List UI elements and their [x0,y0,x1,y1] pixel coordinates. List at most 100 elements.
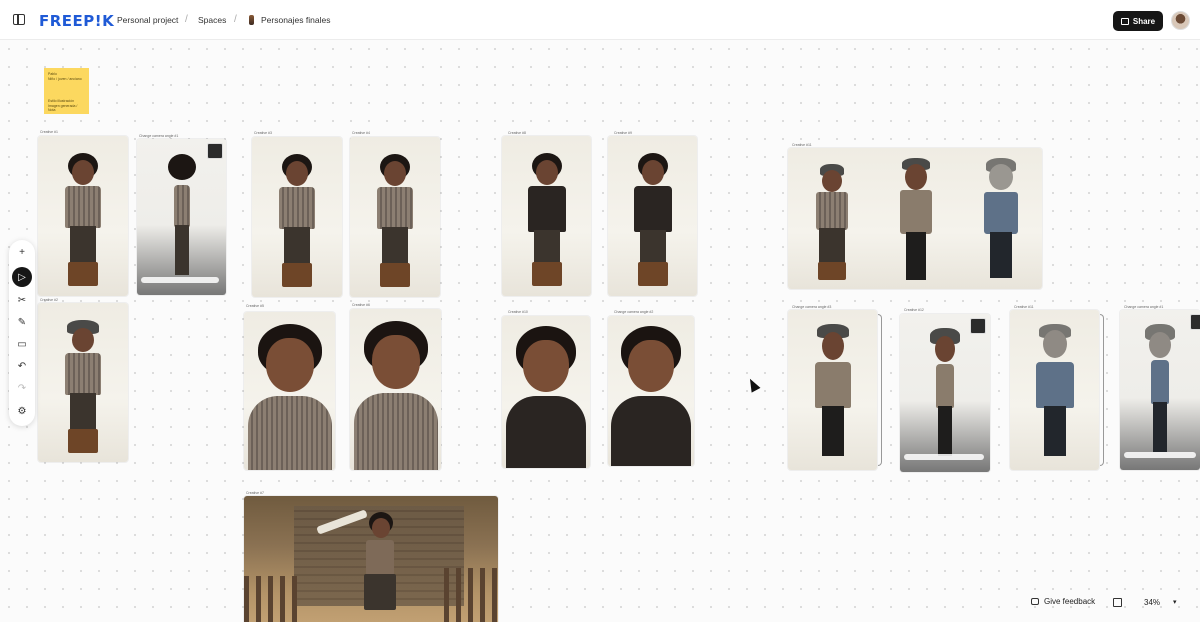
reference-thumbnail[interactable] [970,318,986,334]
image-card-boy-closeup-sad[interactable] [608,316,694,466]
pants [1153,402,1167,452]
image-card-boy-closeup-eyes-closed[interactable] [350,309,441,470]
chevron-down-icon[interactable]: ▾ [1173,598,1177,606]
shirt [814,362,851,408]
card-label: Creative #11 [1014,305,1034,309]
comment-icon[interactable]: ▭ [12,334,32,354]
sticky-note[interactable]: Pablo Niño / joven / anciano Estilo illu… [44,68,89,114]
boots [637,262,668,286]
share-label: Share [1132,16,1156,26]
image-card-boy-closeup-smile[interactable] [244,312,335,470]
image-card-old-man-side[interactable] [1120,310,1200,470]
pen-icon[interactable]: ✎ [12,312,32,332]
board-canvas[interactable]: Pablo Niño / joven / anciano Estilo illu… [0,40,1200,622]
shirt [984,192,1018,234]
shirt [377,187,413,229]
card-label: Creative #2 [40,298,58,302]
feedback-label: Give feedback [1044,597,1096,606]
freepik-logo[interactable]: FREEP!K [39,12,114,30]
angle-controls[interactable] [1124,452,1196,458]
image-card-boy-front-2[interactable] [252,137,342,297]
add-icon[interactable]: + [12,242,32,262]
image-card-three-ages[interactable] [788,148,1042,289]
face [628,340,674,392]
sticky-line: Imagen generada / Nota [48,103,78,113]
pants [382,227,408,267]
pants [821,406,844,456]
shirt [353,393,438,470]
reference-thumbnail[interactable] [207,143,223,159]
breadcrumb-spaces[interactable]: Spaces [198,15,226,25]
breadcrumb-separator: / [185,14,188,25]
grey-hair [989,164,1013,190]
image-card-boy-closeup-dark[interactable] [502,316,590,468]
image-card-man-side[interactable] [900,314,990,472]
grey-hair [1149,332,1171,358]
card-label: Creative #9 [614,131,632,135]
share-button[interactable]: Share [1113,11,1163,31]
image-card-boy-side[interactable] [137,139,226,295]
pants [70,226,96,266]
user-avatar[interactable] [1171,11,1190,30]
head [286,161,308,186]
sidebar-toggle-icon[interactable] [13,14,25,25]
card-label: Creative #11 [792,143,812,147]
head [905,164,927,190]
head [535,160,558,185]
card-connector [878,314,882,466]
settings-icon[interactable]: ⚙ [12,401,32,421]
redo-icon[interactable]: ↷ [12,378,32,398]
angle-controls[interactable] [141,277,219,283]
boots [531,262,562,286]
card-label: Creative #12 [904,308,924,312]
top-bar: FREEP!K Personal project / Spaces / Pers… [0,0,1200,40]
angle-controls[interactable] [904,454,984,460]
card-label: Change camera angle #1 [139,134,179,138]
card-label: Creative #3 [254,131,272,135]
card-label: Change camera angle #2 [614,310,654,314]
face [265,338,314,392]
image-card-boy-front[interactable] [38,136,128,296]
head [372,518,390,538]
head [72,328,94,352]
image-card-boy-dark-shirt[interactable] [502,136,591,296]
pants [1043,406,1066,456]
shirt [611,396,691,466]
breadcrumb-personal-project[interactable]: Personal project [117,15,178,25]
image-card-boy-cap[interactable] [38,303,128,462]
minimap-icon[interactable] [1113,598,1122,607]
image-card-old-man-front[interactable] [1010,310,1099,470]
head [72,160,94,185]
fence-right [444,568,498,622]
image-card-boy-smile[interactable] [350,137,440,297]
shirt [506,396,586,468]
sticky-line: Niño / joven / anciano [48,76,82,81]
canvas-toolbar: + ▷ ✂ ✎ ▭ ↶ ↷ ⚙ [9,240,35,426]
breadcrumb-current-space[interactable]: Personajes finales [261,15,330,25]
boots [282,263,312,287]
boots [68,262,98,286]
select-tool-icon[interactable]: ▷ [12,267,32,287]
card-label: Creative #5 [246,304,264,308]
pants [533,230,560,266]
image-card-boy-dark-shirt-2[interactable] [608,136,697,296]
head [641,160,664,185]
face [523,340,569,392]
undo-icon[interactable]: ↶ [12,356,32,376]
image-card-man-front[interactable] [788,310,877,470]
give-feedback-button[interactable]: Give feedback [1031,597,1095,606]
shirt [247,396,332,470]
face [371,335,420,389]
zoom-level[interactable]: 34% [1144,598,1160,607]
scissors-icon[interactable]: ✂ [12,290,32,310]
image-card-boy-scene[interactable] [244,496,498,622]
pants [990,232,1012,278]
shirt [816,192,848,230]
reference-thumbnail[interactable] [1190,314,1200,330]
pants [364,574,396,610]
shirt [1035,362,1074,408]
shirt [366,540,394,576]
card-label: Creative #8 [508,131,526,135]
boots [380,263,410,287]
head [822,170,842,192]
